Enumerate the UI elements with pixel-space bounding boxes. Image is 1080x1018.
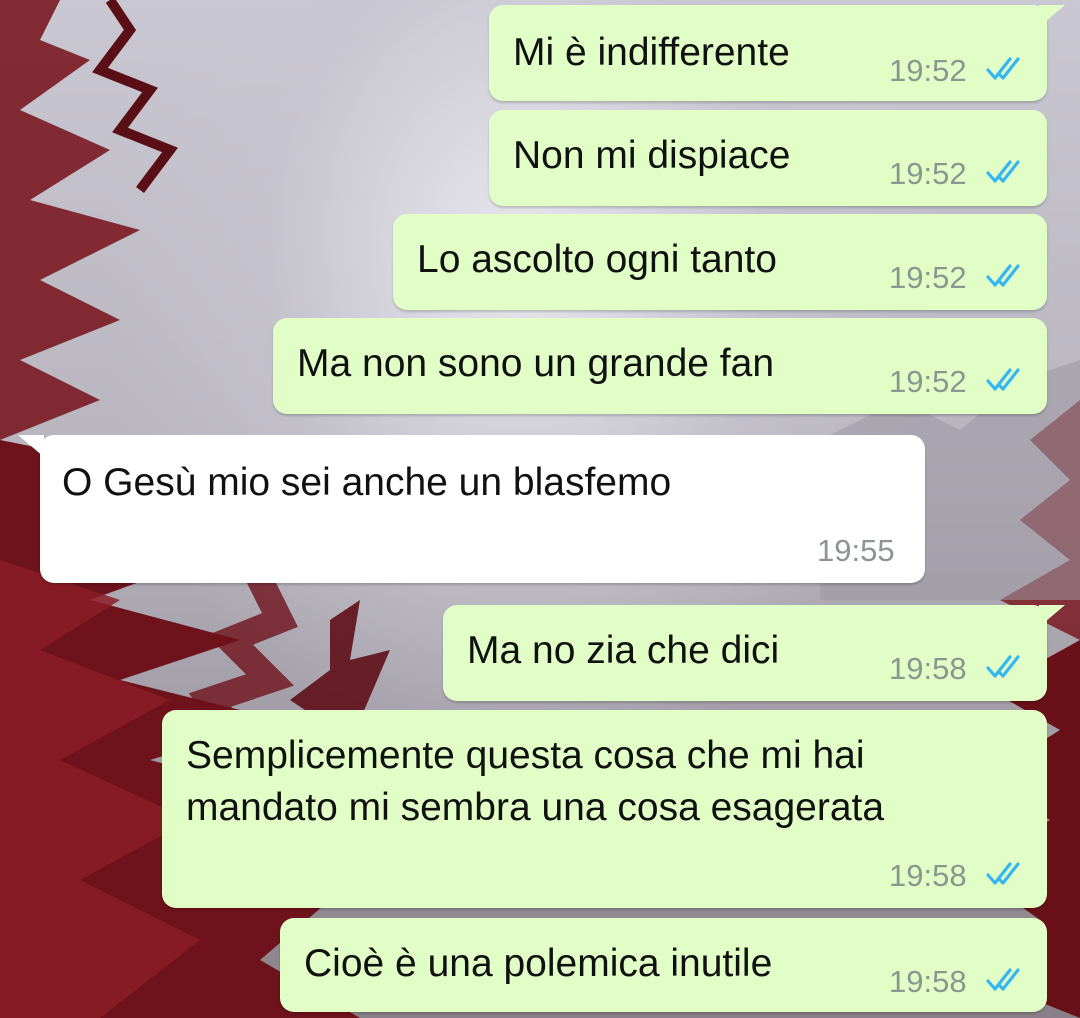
message-time: 19:58 [889, 651, 967, 686]
message-time: 19:58 [889, 964, 967, 999]
bubble-tail [1039, 605, 1065, 627]
message-text: Non mi dispiace [513, 134, 791, 177]
message-text: Ma no zia che dici [467, 629, 780, 672]
message-bubble[interactable]: Ma non sono un grande fan 19:52 [273, 318, 1047, 414]
message-time: 19:52 [889, 156, 967, 191]
message-bubble[interactable]: Cioè è una polemica inutile 19:58 [280, 918, 1047, 1012]
message-bubble[interactable]: Non mi dispiace 19:52 [489, 110, 1047, 206]
message-text-line-2: mandato mi sembra una cosa esagerata [186, 786, 885, 829]
double-check-icon [986, 862, 1020, 885]
double-check-icon [986, 160, 1020, 183]
message-time: 19:52 [889, 53, 967, 88]
message-text: Cioè è una polemica inutile [304, 942, 773, 985]
double-check-icon [986, 368, 1020, 391]
message-time: 19:52 [889, 364, 967, 399]
message-text: Ma non sono un grande fan [297, 342, 775, 385]
message-text: O Gesù mio sei anche un blasfemo [62, 461, 672, 504]
message-text: Lo ascolto ogni tanto [417, 238, 777, 281]
message-time: 19:55 [817, 533, 895, 568]
message-bubble[interactable]: Semplicemente questa cosa che mi hai man… [162, 710, 1047, 908]
bubble-tail [1039, 5, 1065, 27]
message-text-line-1: Semplicemente questa cosa che mi hai [186, 734, 865, 777]
double-check-icon [986, 57, 1020, 80]
message-bubble[interactable]: O Gesù mio sei anche un blasfemo 19:55 [18, 435, 925, 583]
double-check-icon [986, 968, 1020, 991]
bubble-tail [18, 435, 44, 457]
message-bubble[interactable]: Lo ascolto ogni tanto 19:52 [393, 214, 1047, 310]
message-bubble[interactable]: Ma no zia che dici 19:58 [443, 605, 1065, 701]
double-check-icon [986, 655, 1020, 678]
double-check-icon [986, 264, 1020, 287]
message-time: 19:58 [889, 858, 967, 893]
message-text: Mi è indifferente [513, 31, 790, 74]
message-time: 19:52 [889, 260, 967, 295]
message-bubble[interactable]: Mi è indifferente 19:52 [489, 5, 1065, 101]
